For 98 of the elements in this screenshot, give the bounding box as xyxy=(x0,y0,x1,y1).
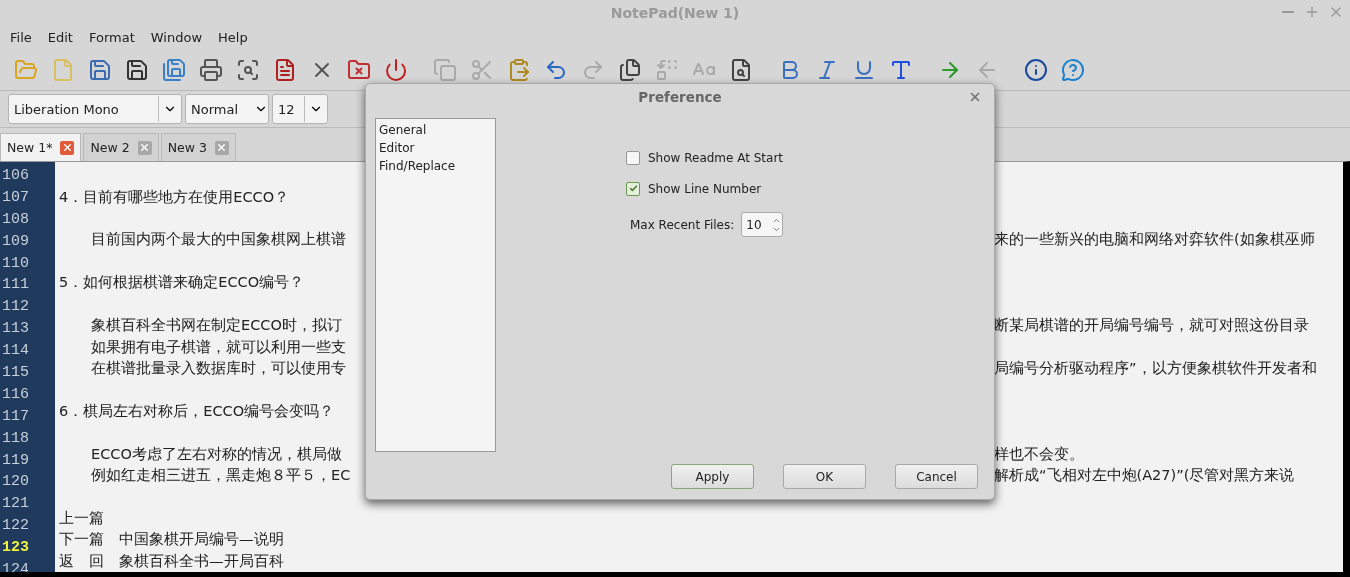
line-number: 113 xyxy=(1,319,30,340)
copy-icon xyxy=(433,58,457,82)
cut-icon xyxy=(470,58,494,82)
dialog-button[interactable]: Apply xyxy=(671,464,754,489)
paste-icon xyxy=(507,58,531,82)
tab-close-button[interactable] xyxy=(137,140,152,155)
close-icon xyxy=(61,142,73,153)
folder-x-icon xyxy=(347,58,371,82)
undo-icon xyxy=(544,58,568,82)
text-line: 断某局棋谱的开局编号编号，就可对照这份目录 xyxy=(993,316,1310,336)
printer-tool[interactable] xyxy=(197,56,225,84)
checkbox[interactable] xyxy=(626,181,640,196)
checkbox-label: Show Line Number xyxy=(648,181,762,196)
dialog-title: Preference xyxy=(638,89,722,105)
info-tool[interactable] xyxy=(1022,56,1050,84)
menu-item[interactable]: Edit xyxy=(39,30,81,45)
check-icon xyxy=(628,184,638,193)
maximize-button[interactable] xyxy=(1304,4,1320,20)
text-line: 6．棋局左右对称后，ECCO编号会变吗？ xyxy=(58,401,336,421)
save-all-tool[interactable] xyxy=(160,56,188,84)
line-number: 123 xyxy=(1,538,30,559)
dialog-button[interactable]: OK xyxy=(783,464,866,489)
save-all-icon xyxy=(162,58,186,82)
line-number: 110 xyxy=(1,253,30,274)
text-line: 5．如何根据棋谱来确定ECCO编号？ xyxy=(58,273,306,293)
find-icon xyxy=(729,58,753,82)
line-number: 111 xyxy=(1,275,30,296)
pdf-icon xyxy=(273,58,297,82)
line-number: 108 xyxy=(1,209,30,230)
font-combo[interactable]: Liberation Mono xyxy=(8,94,182,124)
close-icon xyxy=(139,142,151,153)
line-number: 118 xyxy=(1,428,30,449)
menu-item[interactable]: Window xyxy=(142,30,211,45)
document-tab[interactable]: New 3 xyxy=(160,133,236,161)
close-button[interactable] xyxy=(968,90,982,104)
underline-icon xyxy=(852,58,876,82)
text-line: 下一篇 中国象棋开局编号—说明 xyxy=(58,530,285,550)
tab-close-button[interactable] xyxy=(60,140,75,155)
save-as-icon xyxy=(125,58,149,82)
folder-open-icon xyxy=(14,58,38,82)
window-title: NotePad(New 1) xyxy=(610,4,740,21)
minimize-icon xyxy=(1282,11,1294,13)
line-number: 120 xyxy=(1,472,30,493)
checkbox[interactable] xyxy=(626,150,640,165)
print-preview-icon xyxy=(236,58,260,82)
save-icon xyxy=(88,58,112,82)
style-combo[interactable]: Normal xyxy=(185,94,269,124)
checkbox-label: Show Readme At Start xyxy=(648,150,784,165)
menu-item[interactable]: Help xyxy=(210,30,256,45)
spin-field[interactable]: 10 xyxy=(741,212,784,237)
line-number: 116 xyxy=(1,384,30,405)
text-line: 4．目前有哪些地方在使用ECCO？ xyxy=(58,187,291,207)
field-label: Max Recent Files: xyxy=(630,217,735,232)
text-line: 在棋谱批量录入数据库时，可以使用专 xyxy=(90,359,347,378)
info-icon xyxy=(1024,58,1048,82)
text-line: 例如红走相三进五，黑走炮８平５，EC xyxy=(90,466,352,486)
line-number: 106 xyxy=(1,166,30,186)
redo-icon xyxy=(581,58,605,82)
line-number: 122 xyxy=(1,516,30,537)
text-line: 上一篇 xyxy=(58,508,105,528)
text-line: 来的一些新兴的电脑和网络对弈软件(如象棋巫师 xyxy=(993,230,1316,250)
text-line: 样也不会变。 xyxy=(993,444,1085,464)
documents-icon xyxy=(618,58,642,82)
close-icon xyxy=(968,90,982,104)
line-number: 107 xyxy=(1,187,30,208)
text-line: 如果拥有电子棋谱，就可以利用一些支 xyxy=(90,337,347,357)
document-tab[interactable]: New 1* xyxy=(0,133,82,161)
line-number: 115 xyxy=(1,363,30,383)
text-line: 象棋百科全书网在制定ECCO时，拟订 xyxy=(90,316,343,336)
line-number: 109 xyxy=(1,231,30,252)
line-number: 117 xyxy=(1,406,30,427)
new-file-icon xyxy=(51,58,75,82)
text-line: 目前国内两个最大的中国象棋网上棋谱 xyxy=(90,230,347,250)
menu-item[interactable]: File xyxy=(2,30,40,45)
help-tool[interactable] xyxy=(1059,56,1087,84)
line-number: 114 xyxy=(1,341,30,362)
text-line: 返 回 象棋百科全书—开局百科 xyxy=(58,551,285,571)
text-line: ECCO考虑了左右对称的情况，棋局做 xyxy=(90,444,343,464)
list-item[interactable]: Find/Replace xyxy=(376,157,495,175)
dialog-button[interactable]: Cancel xyxy=(895,464,978,489)
tab-close-button[interactable] xyxy=(214,140,229,155)
line-number: 121 xyxy=(1,494,30,515)
text-line: 解析成“飞相对左中炮(A27)”(尽管对黑方来说 xyxy=(993,466,1296,486)
list-item[interactable]: General xyxy=(376,121,495,139)
help-icon xyxy=(1061,58,1085,82)
line-number: 119 xyxy=(1,450,30,471)
line-number: 112 xyxy=(1,297,30,318)
size-combo[interactable]: 12 xyxy=(272,94,328,124)
plus-icon xyxy=(1304,4,1320,20)
list-item[interactable]: Editor xyxy=(376,139,495,157)
font-icon xyxy=(889,58,913,82)
document-tab[interactable]: New 2 xyxy=(83,133,159,161)
text-line: 局编号分析驱动程序”，以方便象棋软件开发者和 xyxy=(993,359,1318,378)
printer-icon xyxy=(199,58,223,82)
power-icon xyxy=(384,58,408,82)
close-icon xyxy=(216,142,228,153)
replace-icon xyxy=(655,58,679,82)
menu-item[interactable]: Format xyxy=(80,30,143,45)
